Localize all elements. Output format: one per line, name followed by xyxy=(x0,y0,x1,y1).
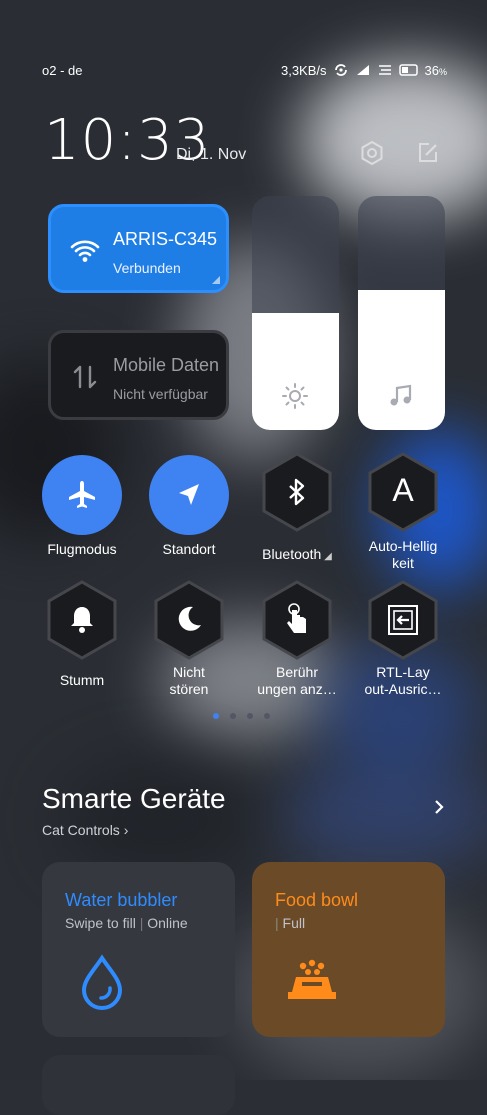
airplane-icon xyxy=(69,481,95,508)
brightness-fill xyxy=(252,313,339,430)
show-touches-label: Berühr ungen anz… xyxy=(257,664,337,697)
do-not-disturb-label: Nicht stören xyxy=(169,664,209,697)
mute-label: Stumm xyxy=(59,672,105,688)
brightness-slider[interactable] xyxy=(252,196,339,430)
page-dot xyxy=(264,713,270,719)
airplane-mode-toggle[interactable]: Flugmodus xyxy=(37,455,127,558)
bluetooth-icon xyxy=(289,478,305,506)
water-drop-icon xyxy=(81,954,123,1010)
wifi-status: Verbunden xyxy=(113,260,181,276)
water-bubbler-status: Swipe to fill | Online xyxy=(65,915,188,931)
mobile-data-tile[interactable]: Mobile Daten Nicht verfügbar xyxy=(48,330,229,420)
auto-brightness-a-icon: A xyxy=(392,472,414,508)
carrier-label: o2 - de xyxy=(42,62,83,78)
edit-button[interactable] xyxy=(413,138,443,168)
food-bowl-card[interactable]: Food bowl | Full xyxy=(252,862,445,1037)
location-arrow-icon xyxy=(179,484,199,505)
bluetooth-label: Bluetooth ◢ xyxy=(262,546,332,562)
edit-icon xyxy=(419,143,437,162)
airplane-mode-label: Flugmodus xyxy=(47,541,117,557)
mute-toggle[interactable]: Stumm xyxy=(37,580,127,689)
volume-slider[interactable] xyxy=(358,196,445,430)
wifi-name: ARRIS-C345 xyxy=(113,229,218,249)
show-touches-toggle[interactable]: Berühr ungen anz… xyxy=(252,580,342,698)
smart-device-card-partial[interactable] xyxy=(42,1055,235,1115)
network-speed: 3,3KB/s xyxy=(280,62,327,78)
data-icon xyxy=(378,65,391,75)
auto-brightness-label: Auto-Hellig keit xyxy=(368,538,438,571)
mobile-data-status: Nicht verfügbar xyxy=(113,386,208,402)
food-bowl-icon xyxy=(288,959,336,999)
touch-hand-icon xyxy=(287,603,306,633)
page-dot xyxy=(230,713,236,719)
water-bubbler-title: Water bubbler xyxy=(65,890,178,910)
cat-controls-link[interactable]: Cat Controls › xyxy=(42,822,128,838)
moon-icon xyxy=(178,606,201,631)
mobile-data-icon xyxy=(73,365,97,389)
sync-icon xyxy=(334,64,347,76)
page-dot xyxy=(247,713,253,719)
chevron-right-icon[interactable] xyxy=(430,798,448,816)
page-dot-active xyxy=(213,713,219,719)
mobile-data-name: Mobile Daten xyxy=(113,355,220,375)
date: Di, 1. Nov xyxy=(176,146,247,163)
location-toggle[interactable]: Standort xyxy=(144,455,234,558)
food-bowl-title: Food bowl xyxy=(275,890,359,910)
settings-button[interactable] xyxy=(357,138,387,168)
smart-devices-title: Smarte Geräte xyxy=(42,783,226,814)
rtl-layout-label: RTL-Lay out-Ausric… xyxy=(364,664,442,697)
rtl-layout-icon xyxy=(388,605,418,635)
bluetooth-toggle[interactable]: Bluetooth ◢ xyxy=(252,452,342,565)
do-not-disturb-toggle[interactable]: Nicht stören xyxy=(144,580,234,698)
battery-percent: 36% xyxy=(424,62,447,78)
music-note-icon xyxy=(390,384,412,406)
wifi-icon xyxy=(70,240,100,262)
page-indicator xyxy=(213,713,270,719)
food-bowl-status: | Full xyxy=(275,915,306,931)
battery-icon xyxy=(398,64,418,76)
signal-icon xyxy=(356,65,369,75)
sun-icon xyxy=(282,383,308,409)
gear-icon xyxy=(361,140,383,166)
expand-corner-icon xyxy=(212,276,220,284)
auto-brightness-toggle[interactable]: A Auto-Hellig keit xyxy=(358,452,448,572)
status-bar: o2 - de 3,3KB/s 36% xyxy=(42,60,447,80)
rtl-layout-toggle[interactable]: RTL-Lay out-Ausric… xyxy=(358,580,448,698)
bell-icon xyxy=(71,607,93,633)
location-label: Standort xyxy=(162,541,216,557)
wifi-tile[interactable]: ARRIS-C345 Verbunden xyxy=(48,204,229,293)
water-bubbler-card[interactable]: Water bubbler Swipe to fill | Online xyxy=(42,862,235,1037)
